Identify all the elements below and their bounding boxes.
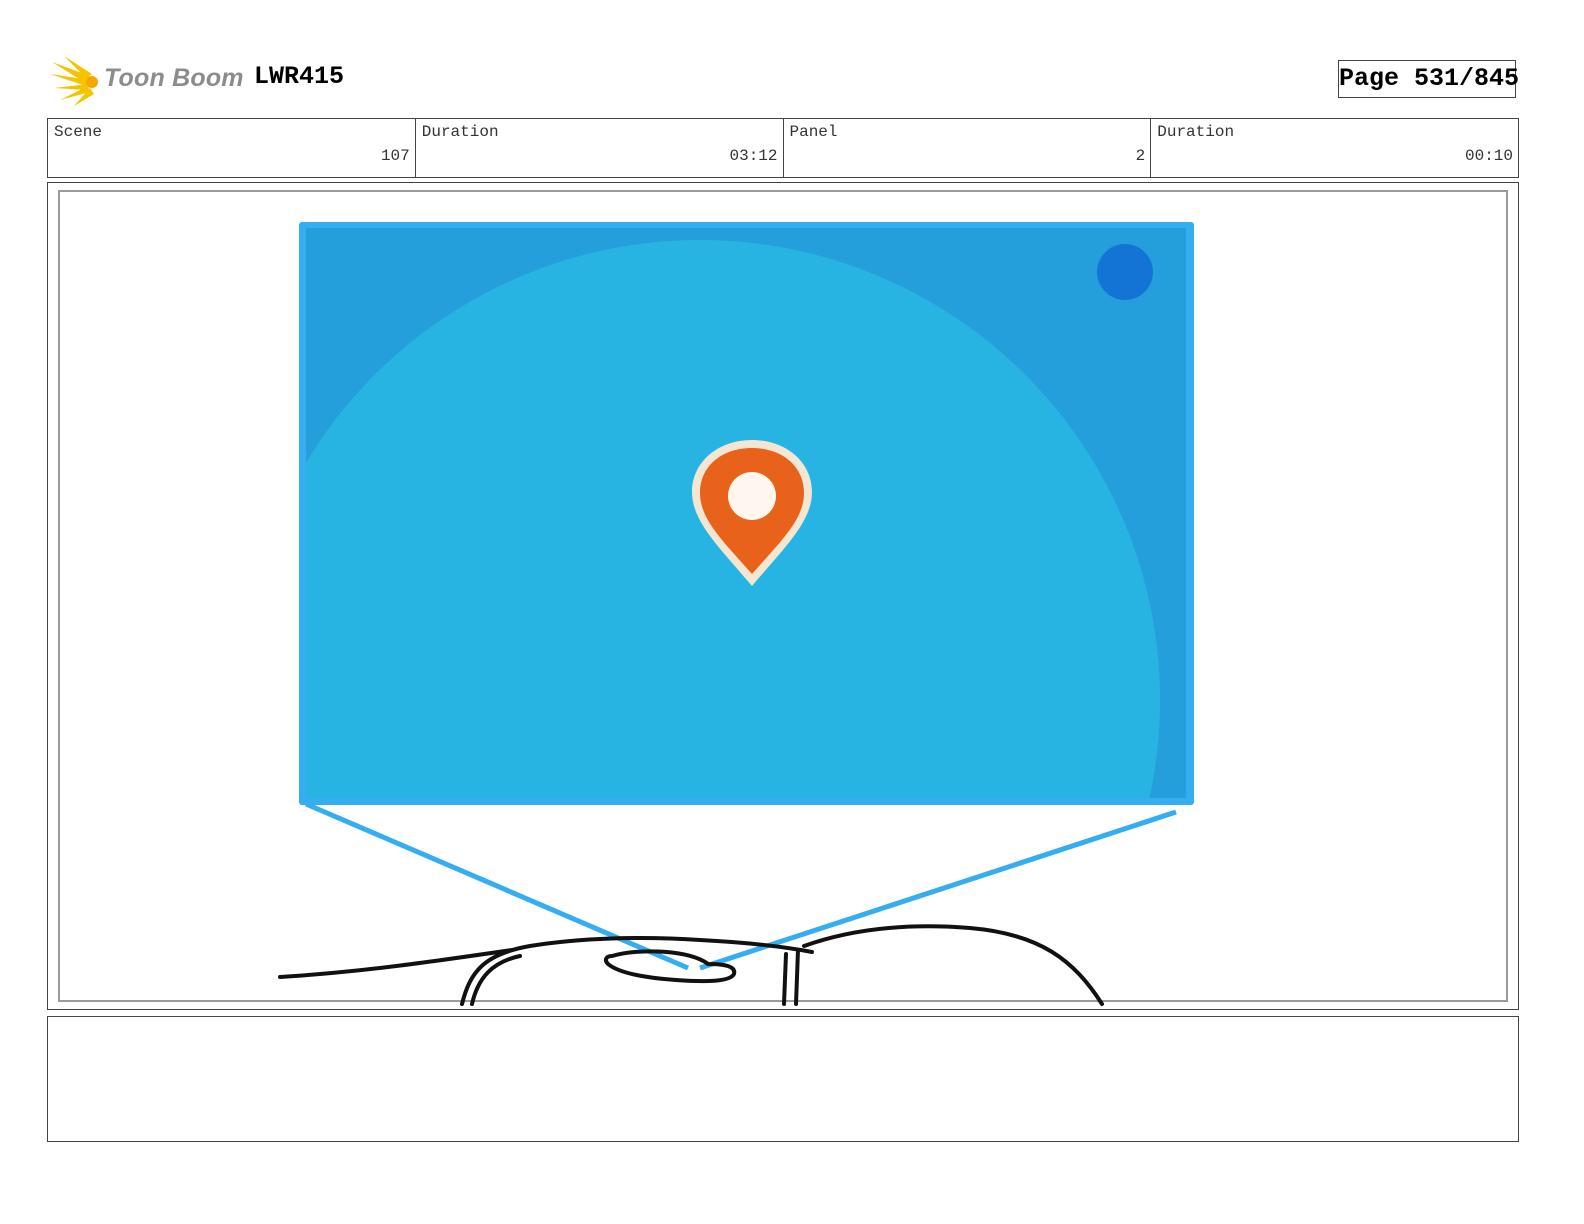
- projection-line-left: [305, 801, 689, 971]
- location-dot-icon: [1097, 244, 1153, 300]
- notes-box: [47, 1016, 1519, 1142]
- hand-sketch: [278, 924, 1104, 1006]
